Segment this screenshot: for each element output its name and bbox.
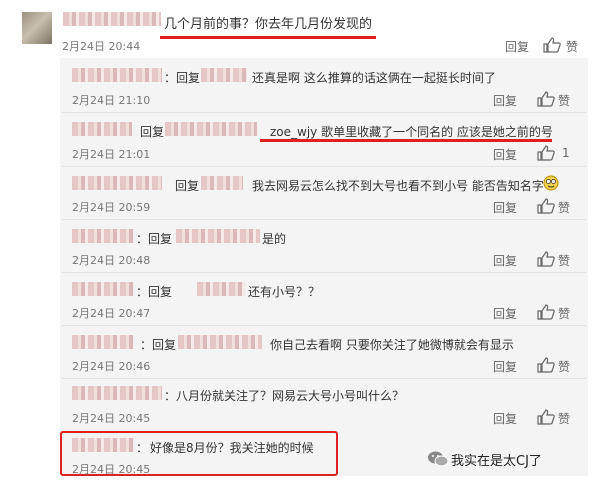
reply-time: 2月24日 20:45 — [72, 463, 151, 476]
reply-button[interactable]: 回复 — [493, 252, 517, 269]
like-label: 赞 — [558, 307, 571, 321]
thumbs-up-icon[interactable] — [542, 37, 562, 53]
reply-prefix: ：回复 — [140, 338, 177, 352]
reply-text: 是的 — [262, 232, 287, 246]
reply-username-redacted[interactable] — [72, 176, 162, 190]
thumbs-up-icon[interactable] — [536, 357, 556, 373]
thumbs-up-icon[interactable] — [536, 145, 556, 161]
reply-username-redacted[interactable] — [72, 68, 162, 82]
reply-username-redacted[interactable] — [72, 335, 134, 349]
reply-time: 2月24日 20:46 — [72, 360, 151, 373]
reply-button[interactable]: 回复 — [493, 305, 517, 322]
reply-username-redacted[interactable] — [72, 438, 134, 452]
reply-prefix: 回复 — [140, 125, 165, 139]
reply-button[interactable]: 回复 — [493, 358, 517, 375]
highlight-underline-reply — [260, 139, 552, 142]
reply-username-redacted[interactable] — [72, 229, 134, 243]
main-avatar[interactable] — [22, 12, 52, 44]
reply-target-redacted[interactable] — [197, 282, 245, 296]
watermark-text: 我实在是太CJ了 — [451, 454, 542, 469]
wechat-icon — [428, 451, 449, 467]
reply-text: zoe_wjy 歌单里收藏了一个同名的 应该是她之前的号 — [270, 125, 553, 139]
like-label: 赞 — [558, 94, 571, 108]
smile-emoji-icon — [543, 175, 559, 191]
main-comment-time: 2月24日 20:44 — [62, 40, 141, 53]
reply-prefix: ： — [164, 389, 177, 403]
reply-prefix: ： — [136, 441, 149, 455]
reply-button[interactable]: 回复 — [493, 146, 517, 163]
reply-target-redacted[interactable] — [178, 335, 262, 349]
reply-target-redacted[interactable] — [176, 229, 260, 243]
like-count: 1 — [562, 146, 570, 160]
main-comment-text: 几个月前的事？你去年几月份发现的 — [164, 17, 373, 32]
like-label: 赞 — [558, 412, 571, 426]
reply-text: 八月份就关注了？网易云大号小号叫什么？ — [176, 389, 405, 403]
reply-username-redacted[interactable] — [72, 122, 132, 136]
reply-text: 好像是8月份？我关注她的时候 — [150, 441, 314, 455]
divider — [62, 112, 586, 113]
reply-text: 你自己去看啊 只要你关注了她微博就会有显示 — [270, 338, 514, 352]
reply-time: 2月24日 21:10 — [72, 94, 151, 107]
like-label: 赞 — [558, 360, 571, 374]
reply-button[interactable]: 回复 — [493, 199, 517, 216]
reply-button[interactable]: 回复 — [493, 410, 517, 427]
thumbs-up-icon[interactable] — [536, 251, 556, 267]
main-reply-button[interactable]: 回复 — [505, 38, 529, 55]
reply-target-redacted[interactable] — [201, 68, 247, 82]
reply-username-redacted[interactable] — [72, 386, 162, 400]
reply-time: 2月24日 21:01 — [72, 148, 151, 161]
reply-username-redacted[interactable] — [72, 282, 134, 296]
thumbs-up-icon[interactable] — [536, 198, 556, 214]
divider — [62, 219, 586, 220]
divider — [62, 325, 586, 326]
reply-prefix: ：回复 — [136, 232, 173, 246]
reply-time: 2月24日 20:48 — [72, 254, 151, 267]
main-like-label: 赞 — [566, 40, 579, 54]
reply-time: 2月24日 20:45 — [72, 412, 151, 425]
thumbs-up-icon[interactable] — [536, 304, 556, 320]
reply-prefix: ：回复 — [164, 71, 201, 85]
divider — [62, 272, 586, 273]
reply-prefix: ：回复 — [136, 285, 173, 299]
reply-prefix: 回复 — [175, 179, 200, 193]
divider — [62, 378, 586, 379]
reply-text: 我去网易云怎么找不到大号也看不到小号 能否告知名字 — [252, 179, 544, 193]
like-label: 赞 — [558, 201, 571, 215]
reply-target-redacted[interactable] — [201, 176, 243, 190]
thumbs-up-icon[interactable] — [536, 91, 556, 107]
reply-button[interactable]: 回复 — [493, 92, 517, 109]
divider — [62, 166, 586, 167]
reply-time: 2月24日 20:47 — [72, 307, 151, 320]
thumbs-up-icon[interactable] — [536, 409, 556, 425]
like-label: 赞 — [558, 254, 571, 268]
reply-time: 2月24日 20:59 — [72, 201, 151, 214]
highlight-underline-main — [160, 36, 376, 39]
reply-text: 还真是啊 这么推算的话这俩在一起挺长时间了 — [252, 71, 496, 85]
reply-target-redacted[interactable] — [165, 122, 257, 136]
main-username-redacted[interactable] — [63, 12, 161, 26]
reply-text: 还有小号？？ — [248, 285, 321, 299]
